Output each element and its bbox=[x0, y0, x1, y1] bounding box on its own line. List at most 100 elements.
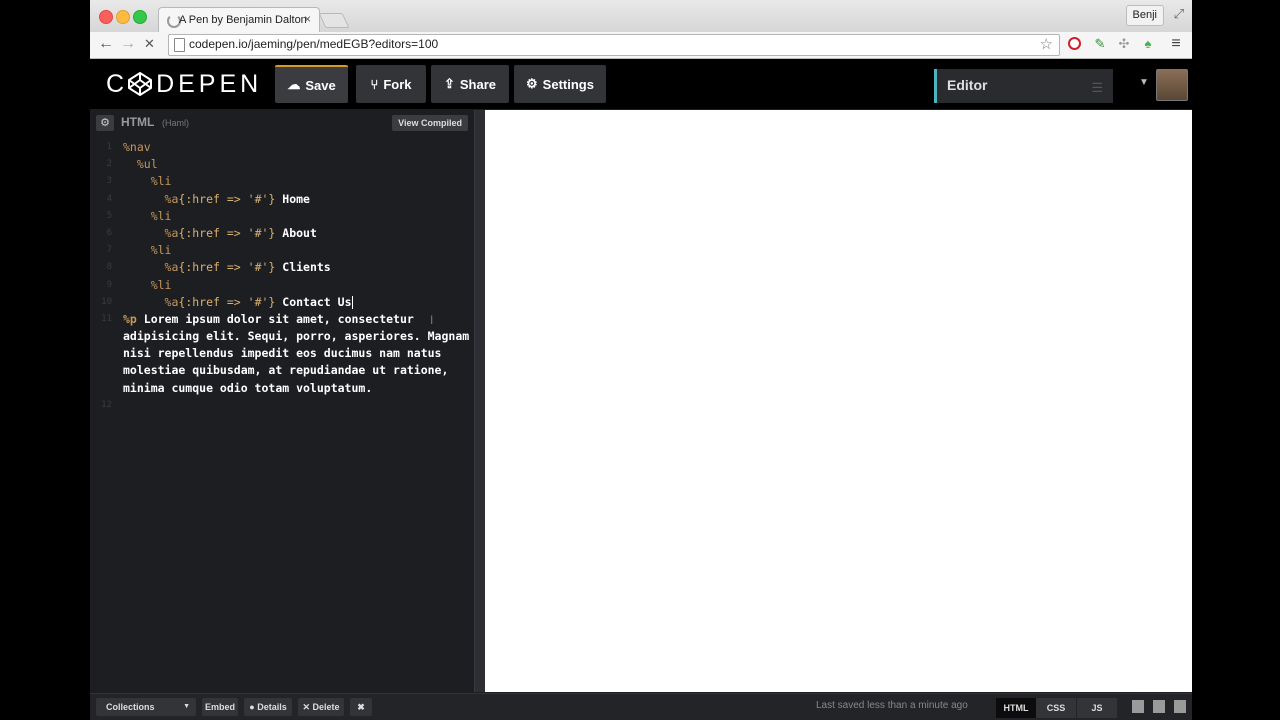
code-area[interactable]: %nav %ul %li %a{:href => '#'} Home %li %… bbox=[123, 139, 473, 397]
embed-button[interactable]: Embed bbox=[202, 698, 238, 716]
chevron-down-icon[interactable]: ▼ bbox=[1139, 77, 1149, 88]
line-number: 1 bbox=[106, 142, 112, 152]
browser-tab[interactable]: A Pen by Benjamin Dalton × bbox=[158, 7, 320, 33]
view-select-label: Editor bbox=[947, 77, 988, 93]
minimize-window-button[interactable] bbox=[116, 10, 130, 24]
code-line: %li bbox=[150, 174, 172, 189]
codepen-header: C DEPEN ☁ Save ⑂ Fork ⇪ Share ⚙ Settings bbox=[90, 59, 1192, 109]
editor-title: HTML bbox=[121, 115, 155, 129]
line-number: 9 bbox=[106, 279, 112, 290]
tab-strip: A Pen by Benjamin Dalton × Benji ⤢ bbox=[90, 0, 1192, 33]
code-line: %li bbox=[150, 208, 172, 223]
tab-close-icon[interactable]: × bbox=[304, 12, 311, 26]
save-status: Last saved less than a minute ago bbox=[816, 700, 968, 711]
evernote-extension-icon[interactable]: ♠ bbox=[1140, 36, 1156, 52]
line-number: 11 bbox=[101, 313, 112, 324]
x-icon: ✕ bbox=[302, 702, 310, 712]
code-line: %a{:href => '#'} About bbox=[164, 225, 317, 240]
fork-icon: ⑂ bbox=[370, 76, 379, 92]
line-number: 3 bbox=[106, 176, 112, 187]
pane-resize-handle[interactable] bbox=[474, 110, 485, 692]
save-button[interactable]: ☁ Save bbox=[275, 65, 348, 103]
line-number: 4 bbox=[106, 193, 112, 204]
tab-title: A Pen by Benjamin Dalton bbox=[179, 14, 307, 26]
logo-text-right: DEPEN bbox=[156, 69, 263, 98]
collections-label: Collections bbox=[106, 702, 155, 712]
codepen-logo-icon bbox=[128, 72, 153, 96]
code-paragraph-line: %p Lorem ipsum dolor sit amet, consectet… bbox=[123, 311, 470, 395]
line-number: 12 bbox=[101, 399, 112, 410]
preview-pane[interactable] bbox=[485, 110, 1192, 692]
details-label: Details bbox=[257, 702, 287, 712]
puzzle-extension-icon[interactable]: ✣ bbox=[1116, 36, 1132, 52]
avatar[interactable] bbox=[1156, 69, 1188, 101]
logo-text-left: C bbox=[106, 69, 129, 98]
menu-icon[interactable]: ≡ bbox=[1168, 36, 1184, 52]
line-number: 8 bbox=[106, 262, 112, 273]
settings-button[interactable]: ⚙ Settings bbox=[514, 65, 606, 103]
line-number-gutter: 1 2 3 4 5 6 7 8 9 10 11 12 bbox=[90, 139, 114, 414]
back-icon[interactable]: ← bbox=[98, 35, 114, 53]
cloud-icon: ☁ bbox=[287, 77, 301, 92]
opera-extension-icon[interactable] bbox=[1066, 36, 1082, 52]
share-icon: ⇪ bbox=[443, 76, 455, 91]
details-button[interactable]: ● Details bbox=[244, 698, 292, 716]
tab-html[interactable]: HTML bbox=[996, 698, 1036, 718]
fork-label: Fork bbox=[383, 76, 412, 92]
share-label: Share bbox=[459, 76, 497, 92]
line-number: 5 bbox=[106, 210, 112, 221]
editor-settings-gear-icon[interactable]: ⚙ bbox=[96, 115, 114, 131]
codepen-logo[interactable]: C DEPEN bbox=[106, 69, 262, 99]
line-number: 10 bbox=[101, 296, 112, 307]
address-bar[interactable]: codepen.io/jaeming/pen/medEGB?editors=10… bbox=[168, 34, 1060, 56]
delete-label: Delete bbox=[312, 702, 340, 712]
share-button[interactable]: ⇪ Share bbox=[431, 65, 509, 103]
settings-label: Settings bbox=[542, 76, 594, 92]
speech-bubble-icon: ● bbox=[249, 702, 255, 712]
view-select[interactable]: Editor ☰ bbox=[934, 69, 1113, 103]
gear-icon: ⚙ bbox=[526, 76, 538, 91]
new-tab-button[interactable] bbox=[318, 13, 350, 28]
delete-button[interactable]: ✕ Delete bbox=[298, 698, 344, 716]
fullscreen-icon[interactable]: ⤢ bbox=[1174, 6, 1184, 22]
code-line: %nav bbox=[123, 140, 151, 154]
tab-js[interactable]: JS bbox=[1077, 698, 1117, 718]
code-line: %li bbox=[150, 277, 172, 292]
html-editor-pane: ⚙ HTML (Haml) View Compiled 1 2 3 4 5 6 … bbox=[90, 110, 474, 692]
line-number: 7 bbox=[106, 245, 112, 256]
page-icon bbox=[174, 38, 185, 52]
layout-right-icon[interactable] bbox=[1174, 700, 1186, 713]
layout-left-icon[interactable] bbox=[1132, 700, 1144, 713]
footer-bar: Collections ▼ Embed ● Details ✕ Delete ✖… bbox=[90, 693, 1192, 720]
code-line: %a{:href => '#'} Contact Us bbox=[164, 294, 353, 309]
line-number: 6 bbox=[106, 227, 112, 238]
close-window-button[interactable] bbox=[99, 10, 113, 24]
line-number: 2 bbox=[106, 159, 112, 170]
stop-icon[interactable]: ✕ bbox=[144, 35, 155, 53]
code-line: %ul bbox=[136, 157, 158, 172]
layout-top-icon[interactable] bbox=[1153, 700, 1165, 713]
grip-icon: ☰ bbox=[1091, 80, 1103, 95]
profile-button[interactable]: Benji bbox=[1125, 5, 1164, 26]
code-line: %li bbox=[150, 243, 172, 258]
bookmark-star-icon[interactable]: ☆ bbox=[1040, 35, 1053, 53]
url-text: codepen.io/jaeming/pen/medEGB?editors=10… bbox=[189, 37, 439, 51]
close-footer-icon[interactable]: ✖ bbox=[350, 698, 372, 716]
tab-css[interactable]: CSS bbox=[1036, 698, 1076, 718]
save-label: Save bbox=[305, 77, 336, 93]
view-compiled-button[interactable]: View Compiled bbox=[392, 115, 468, 131]
ibeam-cursor-icon: I bbox=[430, 313, 434, 327]
editor-subtitle: (Haml) bbox=[162, 118, 189, 128]
toolbar: ← → ✕ codepen.io/jaeming/pen/medEGB?edit… bbox=[90, 32, 1192, 59]
text-cursor bbox=[351, 295, 353, 309]
browser-window: A Pen by Benjamin Dalton × Benji ⤢ ← → ✕… bbox=[90, 0, 1192, 720]
collections-dropdown[interactable]: Collections ▼ bbox=[96, 698, 196, 716]
code-line: %a{:href => '#'} Clients bbox=[164, 260, 331, 275]
fork-button[interactable]: ⑂ Fork bbox=[356, 65, 426, 103]
zoom-window-button[interactable] bbox=[133, 10, 147, 24]
code-line: %a{:href => '#'} Home bbox=[164, 191, 310, 206]
forward-icon[interactable]: → bbox=[120, 35, 136, 53]
chevron-down-icon: ▼ bbox=[183, 703, 190, 710]
eyedropper-extension-icon[interactable]: ✎ bbox=[1092, 36, 1108, 52]
editor-header: ⚙ HTML (Haml) View Compiled bbox=[90, 110, 474, 135]
